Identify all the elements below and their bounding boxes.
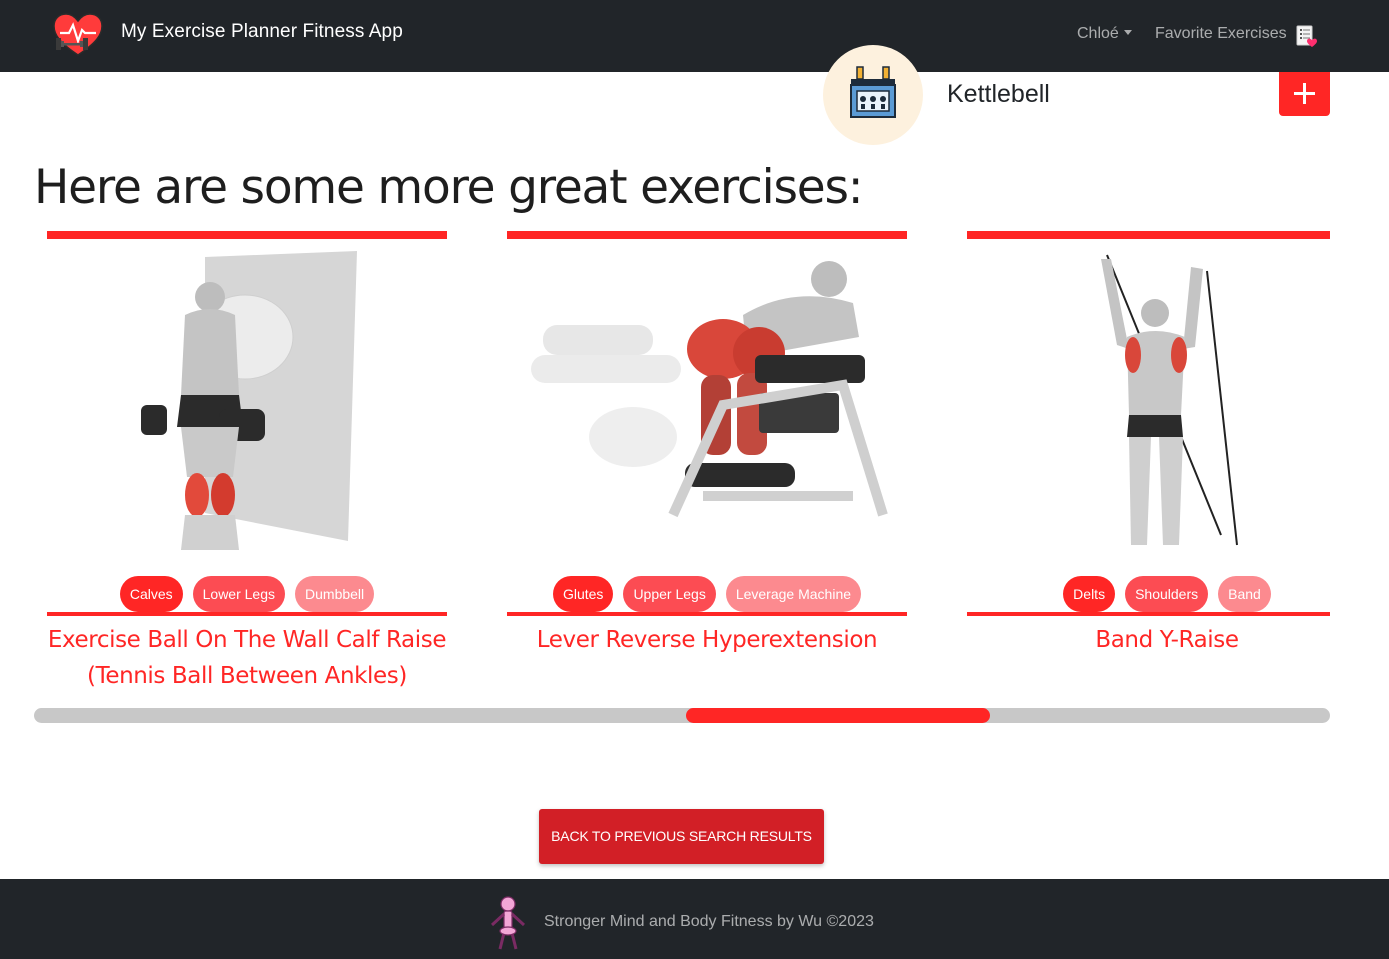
heart-dumbbell-icon[interactable] — [52, 13, 104, 57]
band-y-raise-illustration — [1101, 254, 1238, 546]
scrollbar-thumb[interactable] — [686, 708, 990, 723]
card-top-border — [967, 231, 1330, 239]
tag-target[interactable]: Glutes — [552, 576, 614, 612]
card-divider — [507, 612, 907, 616]
exercise-title[interactable]: Lever Reverse Hyperextension — [507, 622, 907, 658]
gym-equipment-icon — [850, 66, 896, 118]
tag-equipment[interactable]: Band — [1218, 576, 1271, 612]
tag-target[interactable]: Delts — [1063, 576, 1116, 612]
footer: Stronger Mind and Body Fitness by Wu ©20… — [0, 879, 1389, 959]
add-equipment-button[interactable] — [1279, 72, 1330, 116]
card-top-border — [47, 231, 447, 239]
exercise-title[interactable]: Band Y-Raise — [967, 622, 1367, 658]
tag-list: Calves Lower Legs Dumbbell — [47, 576, 447, 612]
tag-equipment[interactable]: Leverage Machine — [725, 576, 862, 612]
equipment-label: Kettlebell — [947, 80, 1050, 108]
app-title[interactable]: My Exercise Planner Fitness App — [121, 21, 403, 43]
horizontal-scrollbar[interactable] — [34, 708, 1330, 723]
calf-raise-illustration — [141, 251, 357, 550]
user-menu-label: Chloé — [1077, 25, 1119, 42]
back-to-search-results-button[interactable]: BACK TO PREVIOUS SEARCH RESULTS — [539, 809, 824, 864]
card-divider — [967, 612, 1330, 616]
tag-body-part[interactable]: Upper Legs — [623, 576, 716, 612]
footer-credit: Stronger Mind and Body Fitness by Wu ©20… — [544, 913, 874, 930]
tag-list: Glutes Upper Legs Leverage Machine — [507, 576, 907, 612]
tag-target[interactable]: Calves — [119, 576, 183, 612]
reverse-hyperextension-illustration — [531, 261, 888, 518]
card-divider — [47, 612, 447, 616]
user-menu-dropdown[interactable]: Chloé — [1077, 25, 1132, 43]
tag-list: Delts Shoulders Band — [967, 576, 1367, 612]
caret-down-icon — [1123, 30, 1132, 35]
skeleton-icon — [490, 896, 526, 950]
tag-equipment[interactable]: Dumbbell — [295, 576, 375, 612]
card-top-border — [507, 231, 907, 239]
section-heading: Here are some more great exercises: — [34, 160, 864, 215]
clipboard-heart-icon[interactable] — [1294, 24, 1318, 48]
favorite-exercises-link[interactable]: Favorite Exercises — [1155, 25, 1287, 43]
navbar: My Exercise Planner Fitness App Chloé Fa… — [0, 0, 1389, 72]
tag-body-part[interactable]: Lower Legs — [192, 576, 286, 612]
tag-body-part[interactable]: Shoulders — [1125, 576, 1209, 612]
exercise-title[interactable]: Exercise Ball On The Wall Calf Raise (Te… — [47, 622, 447, 694]
equipment-icon-circle[interactable] — [823, 45, 923, 145]
